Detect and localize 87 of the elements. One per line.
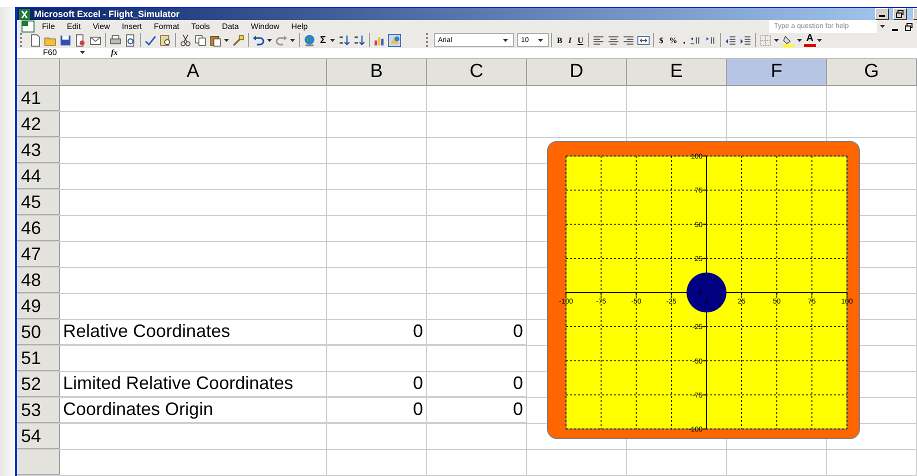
menu-item[interactable]: View <box>88 22 115 31</box>
row-header[interactable]: 50 <box>17 320 60 345</box>
menu-item[interactable]: File <box>37 22 60 31</box>
row-header[interactable]: 51 <box>17 346 60 371</box>
copy-icon[interactable] <box>194 34 207 47</box>
table-cell: 0 <box>427 372 527 397</box>
caret-icon[interactable] <box>224 38 229 42</box>
table-cell: 0 <box>327 398 427 423</box>
italic-button[interactable]: I <box>565 36 574 45</box>
percent-button[interactable]: % <box>666 36 680 45</box>
table-cell: 0 <box>327 372 427 397</box>
column-header[interactable]: F <box>727 59 827 86</box>
caret-icon[interactable] <box>290 38 295 42</box>
autosum-button[interactable]: Σ <box>317 34 330 46</box>
align-right-icon[interactable] <box>622 34 636 47</box>
undo-icon[interactable] <box>252 34 265 47</box>
new-document-icon[interactable] <box>29 34 42 47</box>
column-header[interactable]: B <box>327 59 427 86</box>
table-cell: Limited Relative Coordinates <box>60 372 327 397</box>
name-box[interactable]: F60 <box>43 48 57 58</box>
underline-button[interactable]: U <box>574 36 586 45</box>
dropdown-arrow-icon[interactable] <box>80 51 85 54</box>
table-cell: 0 <box>427 320 527 345</box>
column-header[interactable]: A <box>60 59 327 86</box>
row-header[interactable]: 47 <box>17 242 60 267</box>
caret-icon[interactable] <box>797 38 802 42</box>
format-painter-icon[interactable] <box>232 34 245 47</box>
decrease-indent-icon[interactable] <box>724 34 738 47</box>
bold-button[interactable]: B <box>554 36 566 45</box>
increase-indent-icon[interactable] <box>739 34 752 47</box>
row-header[interactable]: 45 <box>17 190 60 215</box>
table-cell: Coordinates Origin <box>60 398 327 423</box>
menu-item[interactable]: Help <box>286 22 313 31</box>
menu-item[interactable]: Data <box>216 22 244 31</box>
paste-icon[interactable] <box>209 34 222 47</box>
row-header[interactable]: 48 <box>17 268 60 293</box>
restore-button[interactable] <box>893 8 907 20</box>
window-title: Microsoft Excel - Flight_Simulator <box>34 9 181 19</box>
dropdown-arrow-icon[interactable] <box>503 38 508 42</box>
fill-color-icon[interactable] <box>782 34 796 47</box>
menu-item[interactable]: Format <box>148 22 184 31</box>
comma-button[interactable]: , <box>680 36 688 45</box>
row-header[interactable]: 52 <box>17 372 60 397</box>
drawing-icon[interactable] <box>388 34 402 47</box>
table-cell: Relative Coordinates <box>60 320 327 345</box>
align-center-icon[interactable] <box>607 34 620 47</box>
row-header[interactable]: 53 <box>17 398 60 423</box>
table-cell: 0 <box>427 398 527 423</box>
permission-icon[interactable] <box>74 34 87 47</box>
column-header[interactable]: E <box>627 59 727 86</box>
print-preview-icon[interactable] <box>124 34 137 47</box>
menu-item[interactable]: Window <box>246 22 284 31</box>
row-header[interactable]: 46 <box>17 216 60 241</box>
function-label[interactable]: fx <box>111 48 118 58</box>
workbook-icon[interactable] <box>21 20 35 33</box>
sort-ascending-icon[interactable] <box>338 34 352 47</box>
align-left-icon[interactable] <box>592 34 606 47</box>
merge-center-icon[interactable] <box>637 34 650 47</box>
column-header[interactable]: C <box>427 59 527 86</box>
column-header[interactable]: D <box>527 59 627 86</box>
menu-item[interactable]: Insert <box>116 22 147 31</box>
row-header[interactable]: 49 <box>17 294 60 319</box>
caret-icon[interactable] <box>330 38 336 42</box>
caret-icon[interactable] <box>816 38 822 42</box>
sort-descending-icon[interactable] <box>353 34 366 47</box>
close-button[interactable] <box>913 8 917 20</box>
currency-button[interactable]: $ <box>656 36 666 45</box>
globe-icon[interactable] <box>303 34 316 47</box>
caret-icon[interactable] <box>880 25 885 28</box>
print-icon[interactable] <box>109 34 122 47</box>
research-icon[interactable] <box>159 34 172 47</box>
spelling-icon[interactable] <box>144 34 157 47</box>
caret-icon[interactable] <box>774 38 780 42</box>
menu-item[interactable]: Edit <box>62 22 86 31</box>
row-header[interactable]: 42 <box>17 112 60 137</box>
scissors-icon[interactable] <box>179 34 192 47</box>
row-header[interactable]: 41 <box>17 86 60 111</box>
dropdown-arrow-icon[interactable] <box>538 38 544 42</box>
caret-icon[interactable] <box>267 38 272 42</box>
menu-item[interactable]: Tools <box>186 22 215 31</box>
row-header[interactable]: 44 <box>17 164 60 189</box>
minimize-button[interactable] <box>875 8 889 20</box>
row-header[interactable]: 43 <box>17 138 60 163</box>
table-cell: 0 <box>327 320 427 345</box>
column-header[interactable]: G <box>827 59 917 86</box>
save-icon[interactable] <box>59 34 72 47</box>
row-header[interactable]: 54 <box>17 424 60 449</box>
